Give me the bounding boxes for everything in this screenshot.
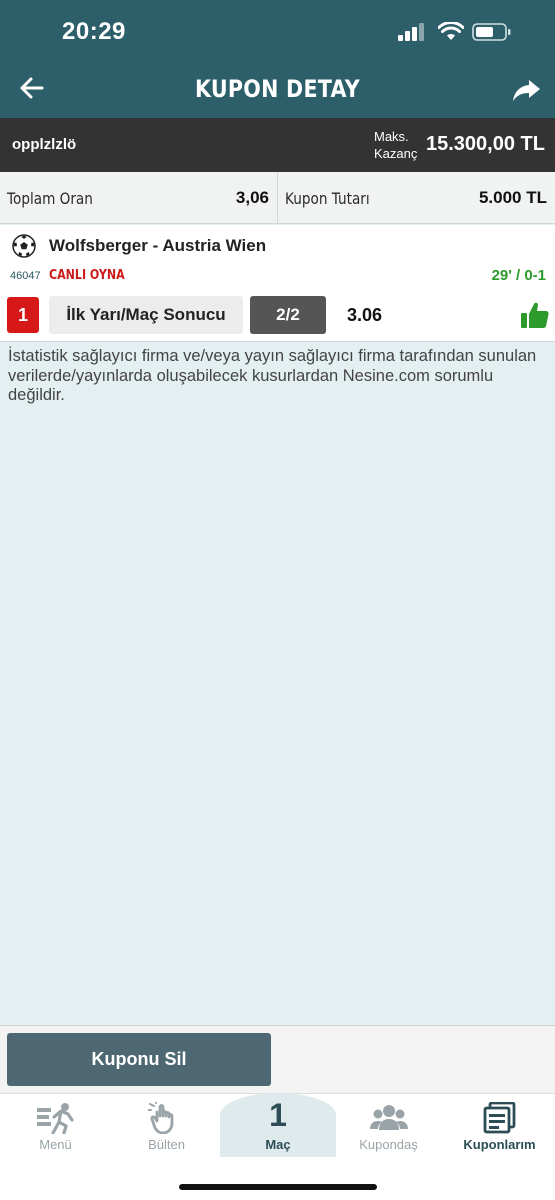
coupon-amount-cell: Kupon Tutarı 5.000 TL [278,172,555,224]
delete-coupon-button[interactable]: Kuponu Sil [7,1033,271,1086]
coupon-amount-value: 5.000 TL [478,188,547,207]
thumbs-up-icon [521,302,549,328]
max-win-label: Maks. Kazanç [374,128,417,162]
tab-kupondas-label: Kupondaş [359,1137,418,1152]
total-odds-value: 3,06 [235,188,269,207]
total-odds-cell: Toplam Oran 3,06 [0,172,278,224]
top-bar: 20:29 KUPON DETAY [0,0,555,118]
market-name: İlk Yarı/Maç Sonucu [49,296,243,334]
pick-odd: 3.06 [347,305,383,325]
selection-badge: 2/2 [250,296,326,334]
disclaimer-text: İstatistik sağlayıcı firma ve/veya yayın… [8,347,537,404]
tab-match-label: Maç [265,1137,291,1152]
home-indicator [179,1184,377,1190]
cellular-signal-icon [398,23,424,41]
soccer-ball-icon [12,234,36,258]
people-group-icon [370,1105,408,1130]
menu-runner-icon [37,1103,74,1134]
hand-tap-icon [148,1102,174,1134]
battery-icon [472,23,511,41]
match-code: 46047 [10,270,41,282]
totals-row: Toplam Oran 3,06 Kupon Tutarı 5.000 TL [0,172,555,224]
wifi-icon [438,22,464,40]
max-win-label-line1: Maks. [374,129,409,144]
coupon-amount-label: Kupon Tutarı [285,189,370,208]
live-play-link[interactable]: CANLI OYNA [49,268,125,283]
page-title: KUPON DETAY [194,75,361,103]
coupons-stack-icon [483,1102,516,1134]
tab-match[interactable]: 1 Maç [220,1093,336,1157]
tab-menu-label: Menü [39,1137,72,1152]
tab-bulletin[interactable]: Bülten [111,1094,222,1154]
share-icon[interactable] [510,74,542,106]
total-odds-label: Toplam Oran [7,189,93,208]
bottom-tab-bar: Menü Bülten 1 Maç Kupondaş Kuponlarım [0,1093,555,1200]
tab-kuponlarim-label: Kuponlarım [463,1137,536,1152]
tab-kuponlarim[interactable]: Kuponlarım [444,1094,555,1154]
match-count: 1 [269,1097,287,1133]
match-card: Wolfsberger - Austria Wien 46047 CANLI O… [0,225,555,342]
coupon-summary-bar: opplzlzlö Maks. Kazanç 15.300,00 TL [0,118,555,172]
max-win-value: 15.300,00 TL [426,133,545,155]
live-score: 29' / 0-1 [491,267,546,284]
action-area: Kuponu Sil [0,1025,555,1093]
tab-menu[interactable]: Menü [0,1094,111,1154]
pick-number-badge: 1 [7,297,39,333]
tab-bulletin-label: Bülten [148,1137,185,1152]
tab-kupondas[interactable]: Kupondaş [333,1094,444,1154]
match-teams[interactable]: Wolfsberger - Austria Wien [49,236,266,256]
max-win-label-line2: Kazanç [374,146,418,161]
coupon-username: opplzlzlö [12,136,77,153]
status-time: 20:29 [62,18,126,45]
